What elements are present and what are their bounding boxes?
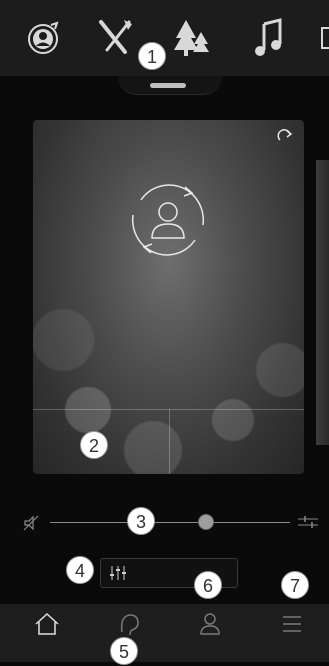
callout-marker-2: 2 [80, 431, 108, 459]
callout-marker-6: 6 [194, 571, 222, 599]
mute-icon[interactable] [22, 514, 40, 532]
volume-slider-thumb[interactable] [198, 514, 214, 530]
callout-marker-1: 1 [138, 42, 166, 70]
person-cycle-icon [131, 184, 205, 256]
drawer-grip[interactable] [150, 83, 186, 88]
profile-sync-icon[interactable] [24, 14, 64, 60]
share-icon[interactable] [276, 128, 296, 144]
volume-slider-track[interactable] [50, 522, 290, 523]
next-panel-peek[interactable] [316, 160, 329, 445]
callout-marker-7: 7 [281, 571, 309, 599]
callout-marker-5: 5 [110, 637, 138, 665]
callout-marker-4: 4 [66, 556, 94, 584]
tools-icon[interactable] [95, 14, 135, 60]
partial-icon[interactable] [318, 14, 329, 60]
music-note-icon[interactable] [250, 14, 290, 60]
callout-marker-3: 3 [127, 507, 155, 535]
program-panel[interactable] [33, 120, 304, 474]
home-icon[interactable] [27, 608, 67, 640]
ear-icon[interactable] [108, 608, 148, 640]
trees-icon[interactable] [172, 14, 212, 60]
person-icon[interactable] [190, 608, 230, 640]
sliders-icon[interactable] [298, 516, 318, 528]
panel-divider-vertical [169, 409, 170, 474]
menu-icon[interactable] [272, 608, 312, 640]
equalizer-icon [110, 566, 126, 580]
